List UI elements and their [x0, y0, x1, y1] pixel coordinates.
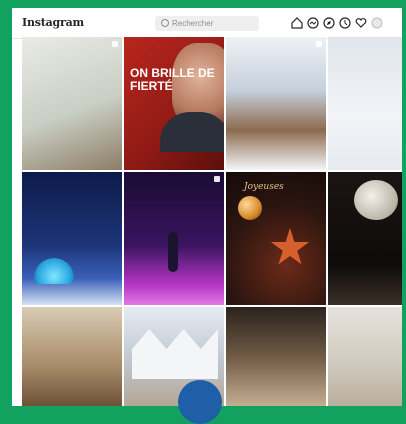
post-lamp-room[interactable] [226, 307, 326, 406]
glowing-igloo [34, 258, 74, 284]
multi-photo-icon [112, 41, 118, 47]
post-dancer-stage[interactable] [124, 172, 224, 305]
search-input[interactable]: Rechercher [155, 16, 259, 31]
houses [132, 329, 218, 379]
dancer [168, 232, 178, 272]
messages-icon[interactable] [306, 16, 319, 29]
starfish-ornament [270, 228, 310, 265]
activity-icon[interactable] [338, 16, 351, 29]
profile-icon[interactable] [370, 16, 383, 29]
moon-ornament [354, 180, 398, 220]
heart-icon[interactable] [354, 16, 367, 29]
post-white-decor[interactable] [328, 307, 402, 406]
posts-grid: ON BRILLE DE FIERTÉ Joyeuses [22, 37, 402, 406]
home-icon[interactable] [290, 16, 303, 29]
post-on-brille-de-fierte[interactable]: ON BRILLE DE FIERTÉ [124, 37, 224, 170]
instagram-logo[interactable]: Instagram [22, 16, 84, 29]
post-script-text: Joyeuses [244, 182, 284, 192]
nav-icons [290, 16, 383, 30]
shirt [160, 112, 224, 152]
top-navbar: Instagram Rechercher [12, 8, 402, 39]
post-winter-village[interactable] [226, 37, 326, 170]
post-caption-text: ON BRILLE DE FIERTÉ [130, 66, 215, 93]
post-igloo-night[interactable] [22, 172, 122, 305]
floating-button[interactable] [178, 380, 222, 424]
reel-icon [214, 176, 220, 182]
explore-icon[interactable] [322, 16, 335, 29]
post-snowy-light[interactable] [328, 37, 402, 170]
search-placeholder: Rechercher [172, 19, 214, 28]
ornament [238, 196, 262, 220]
instagram-window: Instagram Rechercher ON BRILLE DE FIERTÉ… [12, 8, 402, 406]
post-christmas-starfish[interactable]: Joyeuses [226, 172, 326, 305]
post-shop-interior[interactable] [22, 307, 122, 406]
multi-photo-icon [316, 41, 322, 47]
search-icon [161, 19, 169, 27]
post-reindeer-decor[interactable] [22, 37, 122, 170]
post-moon-ornament[interactable] [328, 172, 402, 305]
